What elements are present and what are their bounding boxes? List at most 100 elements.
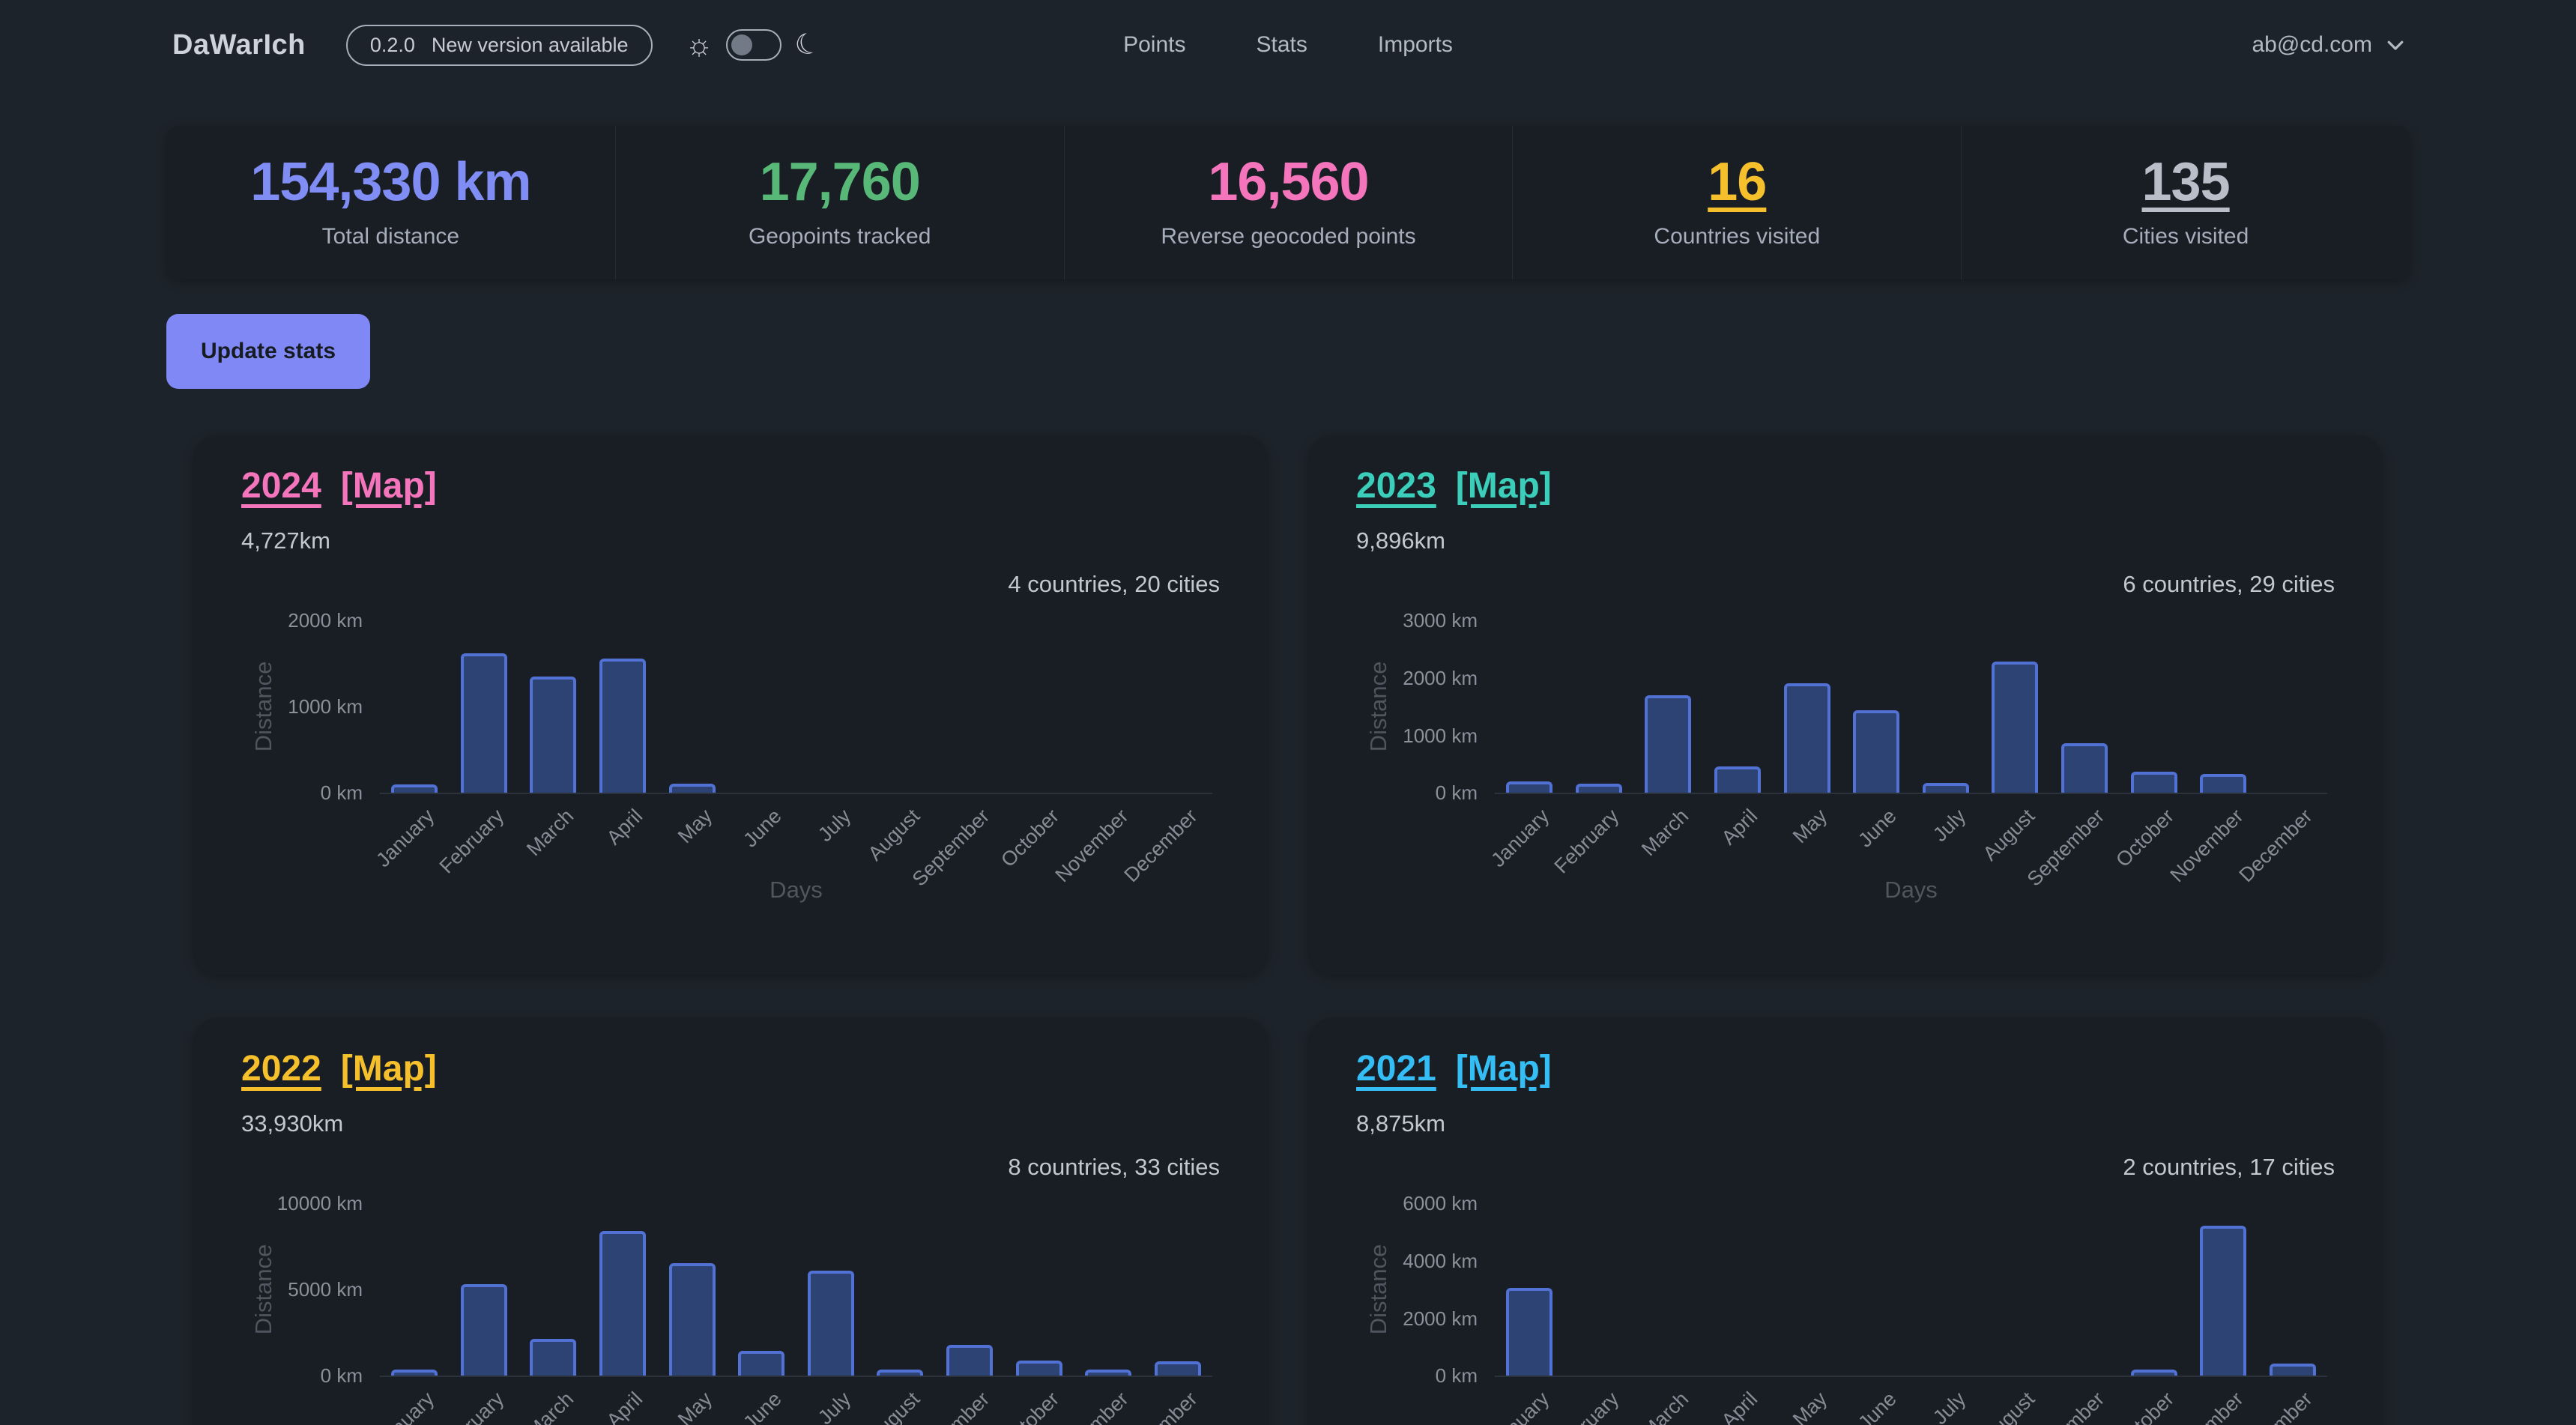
month-label: March [1637,805,1693,861]
month-label: December [1120,805,1203,887]
year-card-2021: 2021[Map]8,875km2 countries, 17 citiesDi… [1308,1018,2383,1425]
bar-march [530,1339,576,1376]
y-tick-label: 0 km [1356,781,1478,805]
stat-value[interactable]: 16 [1708,153,1766,212]
bar-march [1645,695,1691,793]
month-label: May [1789,805,1832,848]
user-menu[interactable]: ab@cd.com [2252,32,2407,58]
countries-cities-summary: 4 countries, 20 cities [241,571,1220,598]
month-label: October [997,1388,1064,1425]
stat-value: 16,560 [1208,153,1368,212]
chevron-down-icon [2384,34,2407,56]
month-label: October [2111,805,2179,872]
month-label: December [1120,1388,1203,1425]
year-link-2023[interactable]: 2023 [1356,465,1436,506]
month-label: February [1550,1388,1624,1425]
distance-bar-chart-2024: Distance2000 km1000 km0 kmJanuaryFebruar… [241,604,1220,898]
x-axis-line [1495,1376,2327,1377]
month-label: April [1717,1388,1762,1425]
version-badge[interactable]: 0.2.0 New version available [346,25,653,66]
card-title: 2021 [Map] [1356,1048,2335,1089]
bar-july [1923,783,1969,793]
bar-october [1016,1361,1062,1376]
moon-icon: ☾ [791,28,824,63]
month-label: March [522,1388,578,1425]
y-tick-label: 2000 km [241,609,363,632]
y-tick-label: 1000 km [1356,724,1478,748]
year-link-2022[interactable]: 2022 [241,1048,321,1089]
y-tick-label: 2000 km [1356,667,1478,690]
nav-points[interactable]: Points [1123,32,1185,58]
year-distance: 8,875km [1356,1110,2335,1137]
bar-april [599,659,646,793]
bar-january [391,1370,438,1376]
month-label: March [1637,1388,1693,1425]
month-label: December [2235,1388,2318,1425]
month-label: November [2165,1388,2248,1425]
bar-february [461,653,507,793]
bar-december [2270,1364,2316,1376]
nav-imports[interactable]: Imports [1378,32,1453,58]
month-label: January [372,1388,439,1425]
main-nav: Points Stats Imports [1123,32,1453,58]
bar-may [669,1263,716,1376]
top-navbar: DaWarIch 0.2.0 New version available ☼ ☾… [0,0,2576,90]
bar-november [2200,774,2246,793]
stat-label: Total distance [166,224,615,249]
month-label: January [372,805,439,872]
year-link-2024[interactable]: 2024 [241,465,321,506]
stat-countries-visited: 16Countries visited [1512,126,1961,279]
update-stats-button[interactable]: Update stats [166,314,370,389]
toggle-knob [731,34,752,55]
version-number: 0.2.0 [370,34,415,57]
theme-toggle[interactable] [726,29,781,61]
y-tick-label: 0 km [241,781,363,805]
bar-may [669,784,716,793]
bar-september [2061,743,2108,793]
card-title: 2022 [Map] [241,1048,1220,1089]
nav-stats[interactable]: Stats [1256,32,1307,58]
month-label: October [2111,1388,2179,1425]
month-label: August [864,805,925,865]
distance-bar-chart-2022: Distance10000 km5000 km0 kmJanuaryFebrua… [241,1187,1220,1425]
stat-label: Cities visited [1962,224,2410,249]
stats-summary: 154,330 kmTotal distance17,760Geopoints … [166,126,2410,279]
month-label: February [1550,805,1624,878]
map-link-2024[interactable]: [Map] [341,465,437,506]
year-distance: 4,727km [241,527,1220,554]
x-axis-title: Days [770,877,823,904]
stat-reverse-geocoded-points: 16,560Reverse geocoded points [1064,126,1513,279]
y-tick-label: 5000 km [241,1278,363,1301]
map-link-2021[interactable]: [Map] [1456,1048,1552,1089]
bar-november [1085,1370,1131,1376]
stat-cities-visited: 135 Cities visited [1961,126,2410,279]
bar-november [2200,1226,2246,1376]
y-tick-label: 10000 km [241,1192,363,1215]
month-label: June [739,1388,786,1425]
map-link-2023[interactable]: [Map] [1456,465,1552,506]
bar-april [599,1231,646,1376]
bar-july [808,1271,854,1376]
y-tick-label: 3000 km [1356,609,1478,632]
map-link-2022[interactable]: [Map] [341,1048,437,1089]
stat-geopoints-tracked: 17,760Geopoints tracked [615,126,1064,279]
month-label: June [739,805,786,852]
month-label: May [674,1388,717,1425]
bar-september [946,1345,993,1376]
bar-march [530,677,576,793]
bar-february [1576,784,1622,793]
month-label: August [1979,1388,2040,1425]
month-label: June [1854,1388,1901,1425]
month-label: March [522,805,578,861]
y-tick-label: 0 km [1356,1364,1478,1388]
year-link-2021[interactable]: 2021 [1356,1048,1436,1089]
stat-value[interactable]: 135 [2142,153,2230,212]
month-label: July [1929,805,1971,847]
stat-total-distance: 154,330 kmTotal distance [166,126,615,279]
y-tick-label: 2000 km [1356,1307,1478,1331]
month-label: November [1050,1388,1133,1425]
bar-june [738,1351,784,1376]
month-label: December [2235,805,2318,887]
app-logo[interactable]: DaWarIch [172,29,306,61]
month-label: July [814,805,856,847]
